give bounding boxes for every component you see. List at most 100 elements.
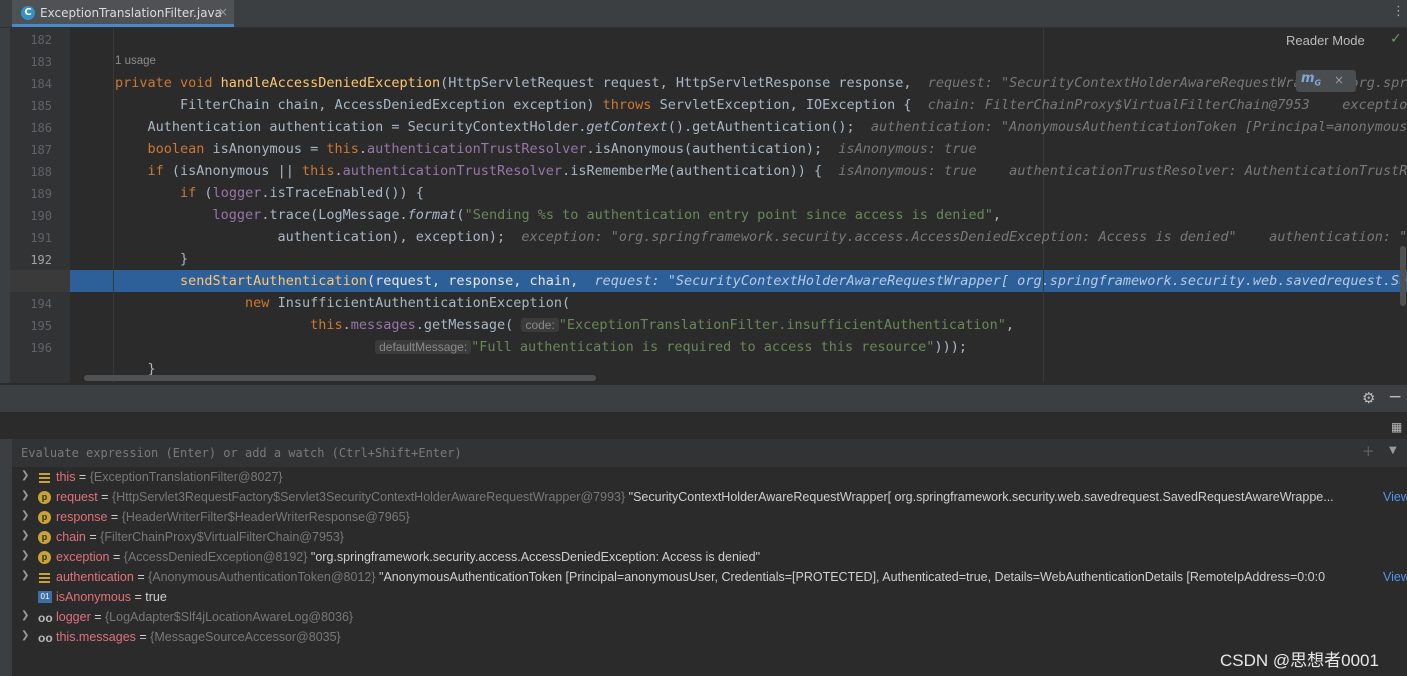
line-number[interactable]: 189 bbox=[24, 187, 52, 201]
variable-row[interactable]: ❯ oo this.messages = {MessageSourceAccesso… bbox=[12, 628, 1407, 648]
variable-text: this.messages = {MessageSourceAccessor@8… bbox=[56, 630, 341, 644]
chevron-down-icon[interactable]: ▼ bbox=[1389, 445, 1397, 456]
variable-text: logger = {LogAdapter$Slf4jLocationAwareL… bbox=[56, 610, 353, 624]
more-tabs-icon[interactable]: ⋮ bbox=[1392, 4, 1405, 19]
evaluate-expression-input[interactable]: Evaluate expression (Enter) or add a wat… bbox=[21, 446, 462, 460]
indent-guide bbox=[113, 28, 114, 383]
view-link[interactable]: View bbox=[1383, 490, 1407, 504]
line-number[interactable]: 195 bbox=[24, 319, 52, 333]
line-number-gutter: 1821831841851861871881891901911921931941… bbox=[10, 28, 70, 383]
equals-sign: = bbox=[85, 530, 101, 544]
variable-row[interactable]: ❯ oo logger = {LogAdapter$Slf4jLocationAwa… bbox=[12, 608, 1407, 628]
plugin-icon[interactable]: mG bbox=[1301, 71, 1321, 88]
line-number[interactable]: 182 bbox=[24, 33, 52, 47]
variable-name: request bbox=[56, 490, 98, 504]
close-icon[interactable]: × bbox=[218, 5, 228, 19]
variable-name: authentication bbox=[56, 570, 134, 584]
variable-name: logger bbox=[56, 610, 91, 624]
line-number[interactable]: 184 bbox=[24, 77, 52, 91]
variable-value: "SecurityContextHolderAwareRequestWrappe… bbox=[628, 490, 1334, 504]
reader-mode-toggle[interactable]: Reader Mode bbox=[1286, 33, 1365, 48]
variable-name: isAnonymous bbox=[56, 590, 132, 604]
variable-type: {HeaderWriterFilter$HeaderWriterResponse… bbox=[121, 510, 410, 524]
line-number[interactable]: 194 bbox=[24, 297, 52, 311]
variables-panel: Evaluate expression (Enter) or add a wat… bbox=[12, 439, 1407, 676]
code-line-193: new InsufficientAuthenticationException( bbox=[245, 295, 571, 311]
code-line-187: if (isAnonymous || this.authenticationTr… bbox=[147, 163, 1407, 179]
left-tool-strip bbox=[0, 28, 10, 383]
variable-row[interactable]: 01 isAnonymous = true bbox=[12, 588, 1407, 608]
variable-type: {AnonymousAuthenticationToken@8012} bbox=[148, 570, 376, 584]
gear-icon[interactable]: ⚙ bbox=[1362, 389, 1375, 407]
line-number[interactable]: 190 bbox=[24, 209, 52, 223]
code-line-184: FilterChain chain, AccessDeniedException… bbox=[115, 97, 1407, 113]
variable-text: authentication = {AnonymousAuthenticatio… bbox=[56, 570, 1325, 584]
current-line-gutter-highlight bbox=[10, 270, 70, 292]
parameter-icon: p bbox=[38, 531, 51, 544]
variable-text: exception = {AccessDeniedException@8192}… bbox=[56, 550, 760, 564]
line-number[interactable]: 192 bbox=[24, 253, 52, 267]
expand-chevron-icon[interactable]: ❯ bbox=[21, 550, 29, 561]
view-link[interactable]: View bbox=[1383, 570, 1407, 584]
variable-row[interactable]: ❯ p request = {HttpServlet3RequestFactory$… bbox=[12, 488, 1407, 508]
expand-chevron-icon[interactable]: ❯ bbox=[21, 510, 29, 521]
close-icon[interactable]: × bbox=[1334, 73, 1344, 87]
editor-tab-bar: C ExceptionTranslationFilter.java × ⋮ bbox=[0, 0, 1407, 28]
watch-icon: oo bbox=[38, 631, 53, 645]
debugger-header: ⚙ − bbox=[0, 384, 1407, 413]
code-line-186: boolean isAnonymous = this.authenticatio… bbox=[147, 141, 977, 157]
equals-sign: = bbox=[135, 630, 151, 644]
horizontal-scrollbar[interactable] bbox=[84, 375, 596, 381]
usage-count[interactable]: 1 usage bbox=[115, 55, 156, 67]
equals-sign: = bbox=[109, 550, 124, 564]
parameter-icon: p bbox=[38, 551, 51, 564]
code-editor[interactable]: Reader Mode ✓ 1 usage private void handl… bbox=[70, 28, 1407, 383]
line-number[interactable]: 196 bbox=[24, 341, 52, 355]
minimize-icon[interactable]: − bbox=[1388, 387, 1402, 407]
variable-text: request = {HttpServlet3RequestFactory$Se… bbox=[56, 490, 1334, 504]
tab-exception-translation-filter[interactable]: C ExceptionTranslationFilter.java × bbox=[12, 0, 234, 27]
variable-row[interactable]: ❯ p response = {HeaderWriterFilter$HeaderW… bbox=[12, 508, 1407, 528]
tab-label: ExceptionTranslationFilter.java bbox=[40, 6, 223, 20]
expand-chevron-icon[interactable]: ❯ bbox=[21, 530, 29, 541]
line-number[interactable]: 188 bbox=[24, 165, 52, 179]
code-line-192: sendStartAuthentication(request, respons… bbox=[180, 273, 1407, 289]
line-number[interactable]: 187 bbox=[24, 143, 52, 157]
parameter-icon: p bbox=[38, 491, 51, 504]
variable-type: {FilterChainProxy$VirtualFilterChain@795… bbox=[100, 530, 344, 544]
inline-popup[interactable]: mG × bbox=[1296, 70, 1356, 92]
vertical-scrollbar[interactable] bbox=[1400, 246, 1406, 306]
line-number[interactable]: 191 bbox=[24, 231, 52, 245]
code-line-188: if (logger.isTraceEnabled()) { bbox=[180, 185, 424, 201]
expand-chevron-icon[interactable]: ❯ bbox=[21, 490, 29, 501]
variable-row[interactable]: ❯ p exception = {AccessDeniedException@819… bbox=[12, 548, 1407, 568]
watch-icon: oo bbox=[38, 611, 53, 625]
evaluate-expression-bar[interactable]: Evaluate expression (Enter) or add a wat… bbox=[12, 439, 1407, 468]
line-number[interactable]: 186 bbox=[24, 121, 52, 135]
equals-sign: = bbox=[90, 610, 105, 624]
variable-type: {HttpServlet3RequestFactory$Servlet3Secu… bbox=[111, 490, 626, 504]
expand-chevron-icon[interactable]: ❯ bbox=[21, 610, 29, 621]
inspection-ok-icon[interactable]: ✓ bbox=[1390, 31, 1402, 47]
code-line-189: logger.trace(LogMessage.format("Sending … bbox=[212, 207, 1002, 223]
layout-grid-icon[interactable]: ▦ bbox=[1391, 420, 1402, 434]
variable-text: response = {HeaderWriterFilter$HeaderWri… bbox=[56, 510, 410, 524]
equals-sign: = bbox=[97, 490, 112, 504]
variable-row[interactable]: ❯ this = {ExceptionTranslationFilter@8027… bbox=[12, 468, 1407, 488]
variable-type: {ExceptionTranslationFilter@8027} bbox=[89, 470, 283, 484]
equals-sign: = bbox=[131, 590, 146, 604]
expand-chevron-icon[interactable]: ❯ bbox=[21, 630, 29, 641]
line-number[interactable]: 183 bbox=[24, 55, 52, 69]
param-hint-default-message: defaultMessage: bbox=[375, 340, 472, 354]
expand-chevron-icon[interactable]: ❯ bbox=[21, 570, 29, 581]
line-number[interactable]: 185 bbox=[24, 99, 52, 113]
variable-name: this.messages bbox=[56, 630, 136, 644]
code-line-185: Authentication authentication = Security… bbox=[115, 119, 1407, 135]
variable-row[interactable]: ❯ p chain = {FilterChainProxy$VirtualFilte… bbox=[12, 528, 1407, 548]
equals-sign: = bbox=[133, 570, 149, 584]
expand-chevron-icon[interactable]: ❯ bbox=[21, 470, 29, 481]
add-watch-icon[interactable]: + bbox=[1362, 442, 1375, 460]
variable-text: isAnonymous = true bbox=[56, 590, 167, 604]
code-line-190: authentication), exception); exception: … bbox=[115, 229, 1407, 245]
variable-row[interactable]: ❯ authentication = {AnonymousAuthenticati… bbox=[12, 568, 1407, 588]
